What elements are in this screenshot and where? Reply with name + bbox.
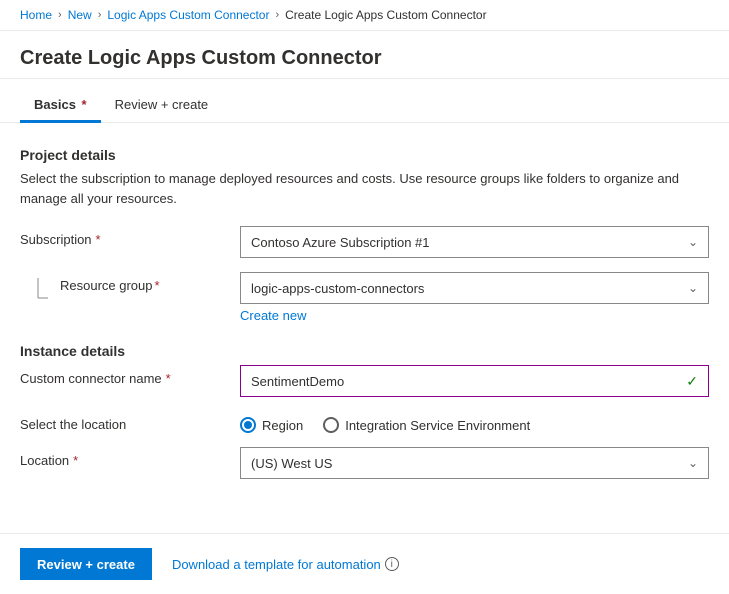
connector-name-label: Custom connector name *: [20, 365, 240, 386]
resource-group-dropdown[interactable]: logic-apps-custom-connectors ⌄: [240, 272, 709, 304]
resource-group-indent: [20, 272, 60, 308]
breadcrumb-connector[interactable]: Logic Apps Custom Connector: [107, 8, 269, 22]
radio-region[interactable]: Region: [240, 417, 303, 433]
subscription-required: *: [96, 232, 101, 247]
subscription-chevron-icon: ⌄: [688, 235, 698, 249]
location-type-control: Region Integration Service Environment: [240, 411, 709, 433]
connector-name-required: *: [166, 371, 171, 386]
tabs-container: Basics * Review + create: [0, 87, 729, 123]
footer: Review + create Download a template for …: [0, 533, 729, 594]
location-value: (US) West US: [251, 456, 332, 471]
location-required: *: [73, 453, 78, 468]
page-title: Create Logic Apps Custom Connector: [0, 31, 729, 78]
location-type-row: Select the location Region Integration S…: [20, 411, 709, 433]
tab-basics-required: *: [78, 97, 87, 112]
review-create-button[interactable]: Review + create: [20, 548, 152, 580]
tab-basics-label: Basics: [34, 97, 76, 112]
connector-name-input[interactable]: SentimentDemo ✓: [240, 365, 709, 397]
subscription-label: Subscription *: [20, 226, 240, 247]
resource-group-value: logic-apps-custom-connectors: [251, 281, 424, 296]
instance-details-heading: Instance details: [20, 343, 709, 359]
breadcrumb: Home › New › Logic Apps Custom Connector…: [0, 0, 729, 31]
breadcrumb-current: Create Logic Apps Custom Connector: [285, 8, 486, 22]
tab-basics[interactable]: Basics *: [20, 87, 101, 123]
connector-name-control: SentimentDemo ✓: [240, 365, 709, 397]
location-control: (US) West US ⌄: [240, 447, 709, 479]
project-details-desc: Select the subscription to manage deploy…: [20, 169, 709, 208]
radio-ise-label: Integration Service Environment: [345, 418, 530, 433]
title-divider: [0, 78, 729, 79]
radio-region-label: Region: [262, 418, 303, 433]
project-details-heading: Project details: [20, 147, 709, 163]
subscription-row: Subscription * Contoso Azure Subscriptio…: [20, 226, 709, 258]
instance-details-section: Instance details Custom connector name *…: [20, 343, 709, 479]
radio-region-circle: [240, 417, 256, 433]
location-type-label: Select the location: [20, 411, 240, 432]
resource-group-required: *: [155, 278, 160, 293]
info-icon[interactable]: i: [385, 557, 399, 571]
location-row: Location * (US) West US ⌄: [20, 447, 709, 479]
radio-ise[interactable]: Integration Service Environment: [323, 417, 530, 433]
subscription-control: Contoso Azure Subscription #1 ⌄: [240, 226, 709, 258]
subscription-value: Contoso Azure Subscription #1: [251, 235, 430, 250]
location-type-radio-group: Region Integration Service Environment: [240, 411, 709, 433]
main-content: Project details Select the subscription …: [0, 123, 729, 513]
resource-group-chevron-icon: ⌄: [688, 281, 698, 295]
indent-line-icon: [28, 278, 48, 308]
resource-group-label: Resource group *: [60, 272, 240, 293]
breadcrumb-sep2: ›: [98, 9, 102, 21]
breadcrumb-new[interactable]: New: [68, 8, 92, 22]
create-new-link[interactable]: Create new: [240, 308, 306, 323]
radio-ise-circle: [323, 417, 339, 433]
tab-review[interactable]: Review + create: [101, 87, 223, 123]
location-chevron-icon: ⌄: [688, 456, 698, 470]
breadcrumb-sep1: ›: [58, 9, 62, 21]
template-link-text: Download a template for automation: [172, 557, 381, 572]
connector-name-check-icon: ✓: [686, 373, 698, 390]
template-link[interactable]: Download a template for automation i: [172, 557, 399, 572]
resource-group-control: logic-apps-custom-connectors ⌄ Create ne…: [240, 272, 709, 323]
connector-name-row: Custom connector name * SentimentDemo ✓: [20, 365, 709, 397]
resource-group-row: Resource group * logic-apps-custom-conne…: [20, 272, 709, 323]
breadcrumb-home[interactable]: Home: [20, 8, 52, 22]
tab-review-label: Review + create: [115, 97, 209, 112]
location-dropdown[interactable]: (US) West US ⌄: [240, 447, 709, 479]
location-label: Location *: [20, 447, 240, 468]
breadcrumb-sep3: ›: [275, 9, 279, 21]
subscription-dropdown[interactable]: Contoso Azure Subscription #1 ⌄: [240, 226, 709, 258]
connector-name-value: SentimentDemo: [251, 374, 344, 389]
